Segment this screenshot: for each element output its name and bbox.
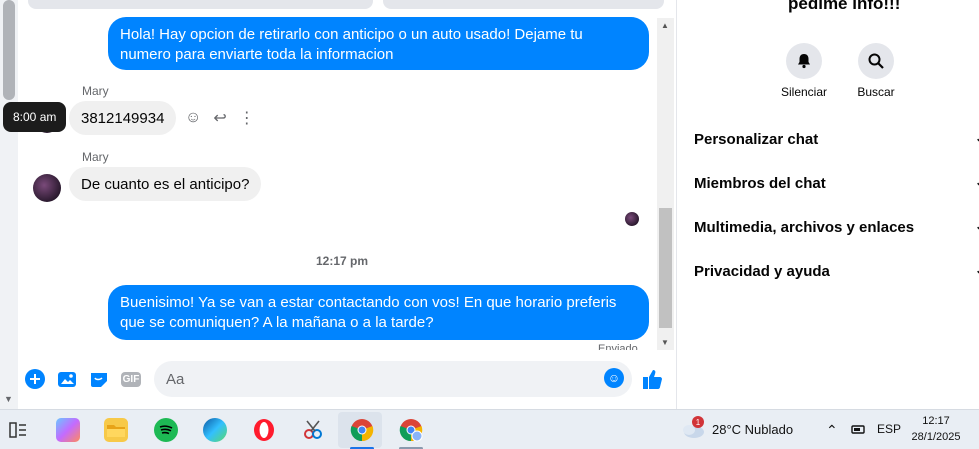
section-label: Personalizar chat: [694, 131, 819, 148]
search-button[interactable]: Buscar: [846, 43, 906, 99]
top-card-right[interactable]: [383, 0, 664, 9]
like-icon[interactable]: [642, 368, 664, 390]
chrome-profile-icon[interactable]: [399, 418, 423, 442]
copilot-icon[interactable]: [56, 418, 80, 442]
section-chat-members[interactable]: Miembros del chat ⌄: [694, 175, 979, 192]
section-label: Miembros del chat: [694, 175, 826, 192]
gif-icon[interactable]: GIF: [120, 368, 142, 390]
language-indicator[interactable]: ESP: [877, 422, 901, 436]
chevron-up-icon[interactable]: ⌃: [826, 422, 838, 439]
image-icon[interactable]: [56, 368, 78, 390]
message-text: De cuanto es el anticipo?: [81, 176, 250, 193]
chat-title: pedime info!!!: [788, 0, 901, 13]
widgets-icon[interactable]: [6, 418, 30, 442]
chat-window: ▼ Hola! Hay opcion de retirarlo con anti…: [0, 0, 677, 409]
outgoing-message[interactable]: Buenisimo! Ya se van a estar contactando…: [108, 285, 649, 340]
clock-time: 12:17: [922, 415, 950, 427]
emoji-icon[interactable]: ☺: [604, 368, 624, 388]
gif-label: GIF: [120, 371, 142, 387]
scroll-up-arrow-icon[interactable]: ▲: [661, 21, 669, 30]
section-privacy-help[interactable]: Privacidad y ayuda ⌄: [694, 263, 979, 280]
search-icon: [858, 43, 894, 79]
chat-timestamp: 12:17 pm: [316, 254, 369, 268]
outgoing-message[interactable]: Hola! Hay opcion de retirarlo con antici…: [108, 17, 649, 70]
chat-info-panel: pedime info!!! Silenciar Buscar Personal…: [678, 0, 979, 409]
opera-icon[interactable]: [252, 418, 276, 442]
message-actions: ☺ ↩ ⋮: [185, 108, 255, 128]
read-receipt-avatar: [625, 212, 639, 226]
react-icon[interactable]: ☺: [185, 109, 201, 127]
bell-icon: [786, 43, 822, 79]
chevron-down-icon: ⌄: [975, 219, 979, 233]
chevron-down-icon: ⌄: [975, 131, 979, 145]
mute-label: Silenciar: [780, 85, 828, 99]
message-text: Buenisimo! Ya se van a estar contactando…: [120, 294, 617, 331]
section-customize-chat[interactable]: Personalizar chat ⌄: [694, 131, 979, 148]
chrome-icon[interactable]: [350, 418, 374, 442]
reply-icon[interactable]: ↩: [213, 108, 226, 128]
clock-date: 28/1/2025: [911, 431, 961, 443]
weather-badge: 1: [692, 416, 704, 428]
message-input[interactable]: Aa: [154, 361, 632, 397]
plus-icon[interactable]: [24, 368, 46, 390]
network-icon[interactable]: [850, 422, 866, 439]
windows-taskbar: 1 28°C Nublado ⌃ ESP 12:17 28/1/2025: [0, 409, 979, 449]
chat-scroll-thumb[interactable]: [659, 208, 672, 328]
sender-name: Mary: [82, 150, 109, 164]
snipping-tool-icon[interactable]: [301, 418, 325, 442]
sticker-icon[interactable]: [88, 368, 110, 390]
message-time-tooltip: 8:00 am: [3, 102, 67, 132]
message-text: 3812149934: [81, 110, 165, 127]
section-label: Multimedia, archivos y enlaces: [694, 219, 915, 236]
avatar[interactable]: [33, 174, 61, 202]
top-card-left[interactable]: [28, 0, 373, 9]
screen: ▼ Hola! Hay opcion de retirarlo con anti…: [0, 0, 979, 449]
more-options-icon[interactable]: ⋮: [239, 108, 255, 128]
sender-name: Mary: [82, 84, 109, 98]
scroll-down-arrow-icon[interactable]: ▼: [661, 338, 669, 347]
incoming-message[interactable]: 3812149934: [69, 101, 177, 135]
section-label: Privacidad y ayuda: [694, 263, 830, 280]
message-text: Hola! Hay opcion de retirarlo con antici…: [120, 26, 583, 63]
mute-button[interactable]: Silenciar: [774, 43, 834, 99]
chat-scrollbar[interactable]: ▲ ▼: [657, 18, 674, 350]
input-placeholder: Aa: [166, 370, 185, 388]
search-label: Buscar: [857, 85, 895, 99]
sent-status: Enviado: [598, 343, 638, 350]
top-cards: [28, 0, 664, 10]
scroll-down-arrow-icon[interactable]: ▼: [4, 394, 13, 404]
left-scroll-strip[interactable]: ▼: [0, 0, 18, 409]
message-composer: GIF Aa ☺: [18, 358, 674, 400]
spotify-icon[interactable]: [154, 418, 178, 442]
left-scroll-thumb[interactable]: [3, 0, 15, 100]
weather-text[interactable]: 28°C Nublado: [712, 422, 793, 437]
chevron-down-icon: ⌄: [975, 263, 979, 277]
file-explorer-icon[interactable]: [104, 418, 128, 442]
section-media-files-links[interactable]: Multimedia, archivos y enlaces ⌄: [694, 219, 979, 236]
chevron-down-icon: ⌄: [975, 175, 979, 189]
edge-icon[interactable]: [203, 418, 227, 442]
clock[interactable]: 12:17 28/1/2025: [906, 413, 966, 445]
incoming-message[interactable]: De cuanto es el anticipo?: [69, 167, 262, 201]
